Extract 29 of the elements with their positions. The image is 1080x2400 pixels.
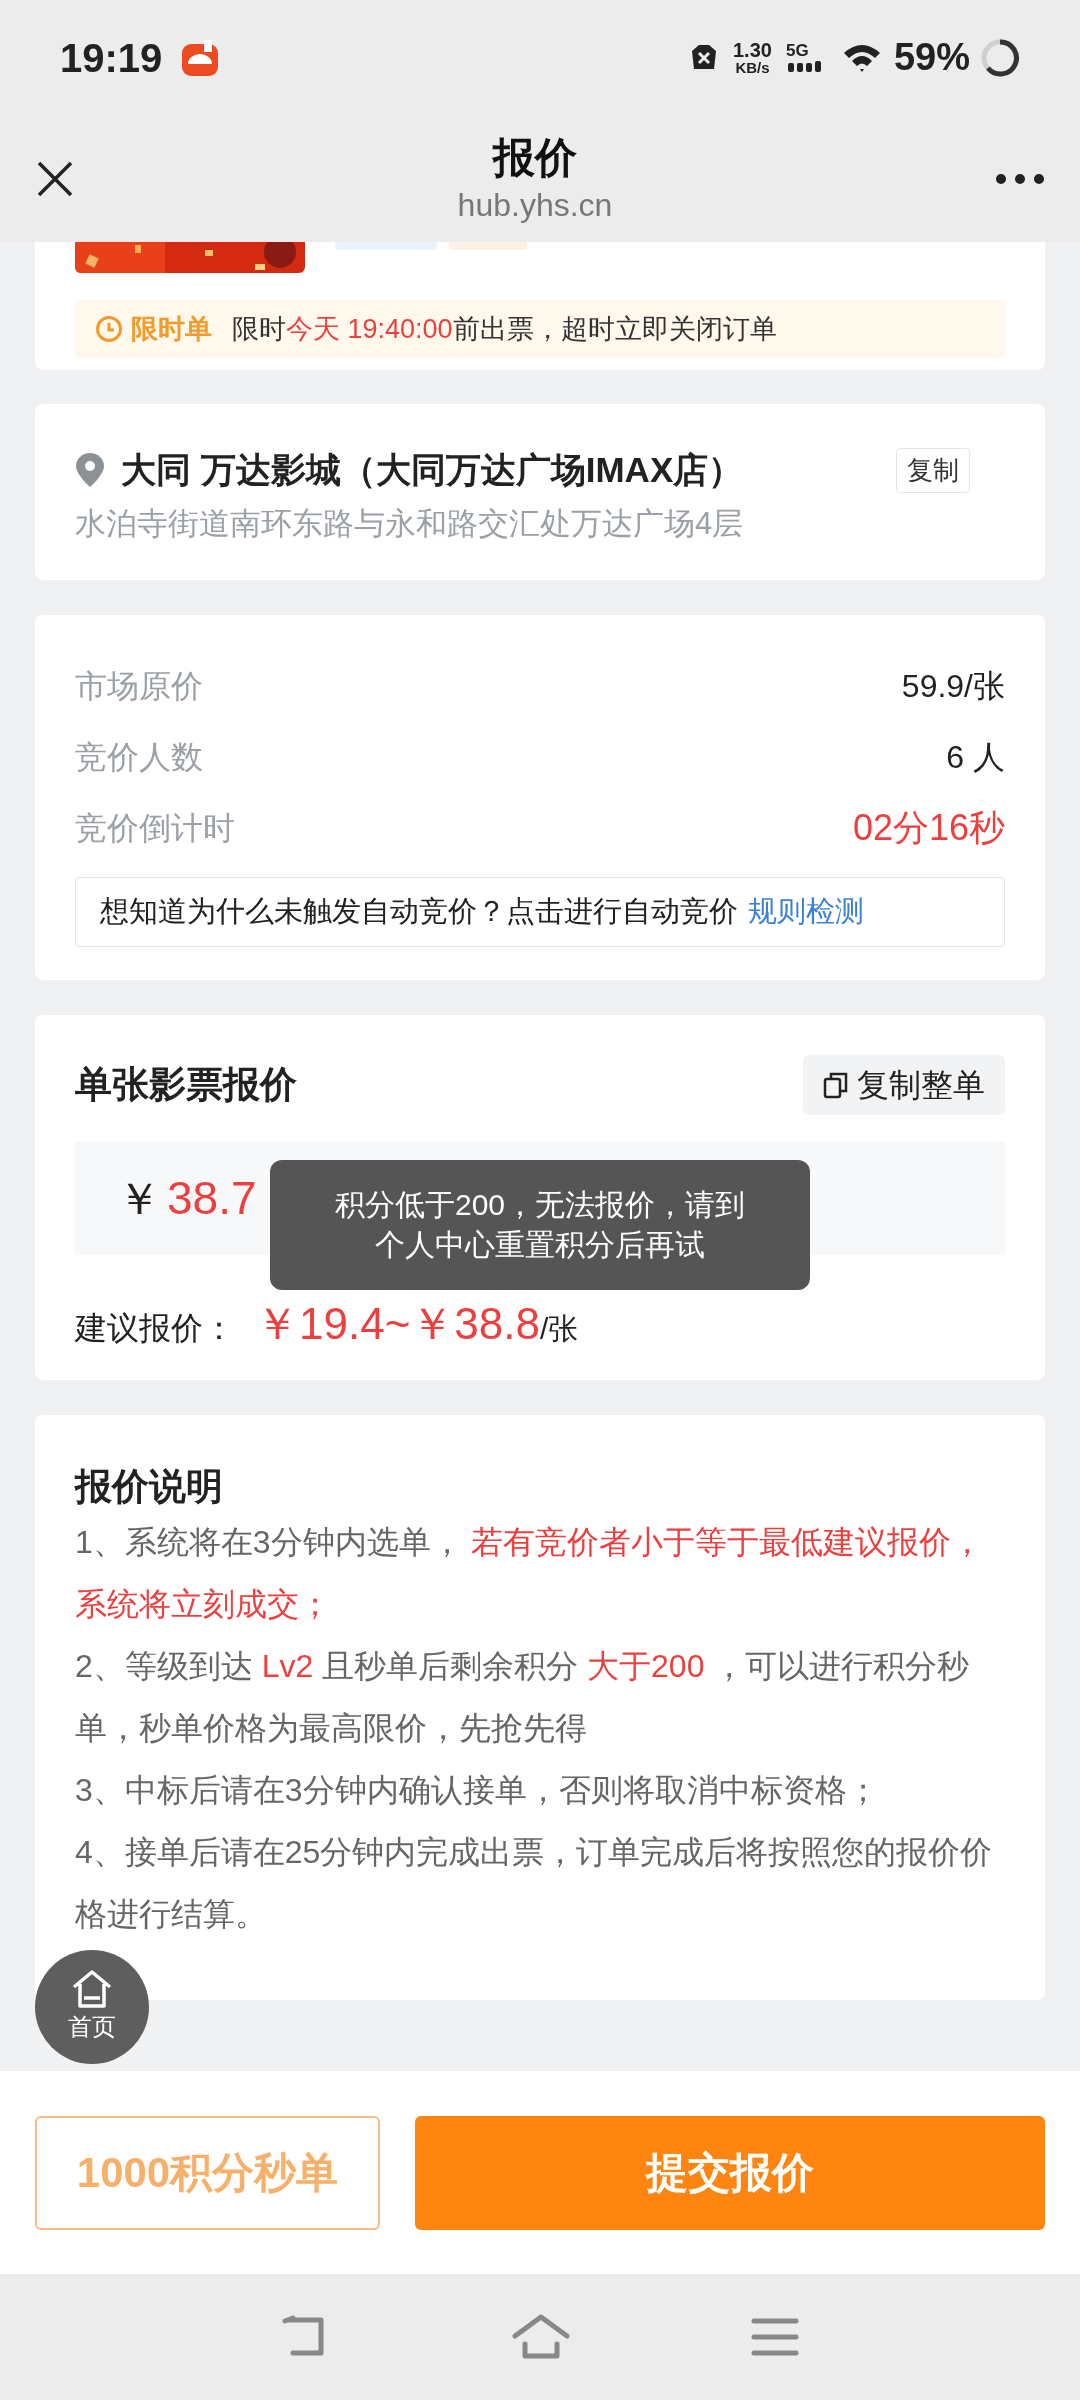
page-url: hub.yhs.cn xyxy=(457,185,613,225)
suggested-unit: /张 xyxy=(539,1312,579,1347)
price-value: 38.7 xyxy=(167,1171,257,1226)
explanation-item: 3、中标后请在3分钟内确认接单，否则将取消中标资格； xyxy=(75,1771,880,1810)
currency-symbol: ￥ xyxy=(117,1172,161,1225)
info-label: 竞价倒计时 xyxy=(75,808,235,848)
explanation-item: 2、等级到达 Lv2 且秒单后剩余积分 大于200 ，可以进行积分秒单，秒单价格为最高限价，先抢先得 xyxy=(75,1647,971,1748)
explanation-title: 报价说明 xyxy=(75,1465,224,1509)
tip-text: 想知道为什么未触发自动竞价？点击进行自动竞价 xyxy=(100,894,738,930)
suggested-range: ￥19.4~￥38.8 xyxy=(255,1298,540,1350)
info-value: 02分16秒 xyxy=(852,805,1005,850)
network-type: 5G xyxy=(785,42,809,59)
limited-order-tag: 限时单 xyxy=(131,308,212,350)
cinema-name: 大同 万达影城（大同万达广场IMAX店） xyxy=(121,449,744,491)
status-time: 19:19 xyxy=(60,34,163,82)
explanation-item: 4、接单后请在25分钟内完成出票，订单完成后将按照您的报价价格进行结算。 xyxy=(75,1833,994,1934)
network-speed: 1.30 KB/s xyxy=(733,40,772,75)
info-label: 竞价人数 xyxy=(75,737,203,777)
info-value: 59.9/张 xyxy=(901,666,1005,706)
battery-level: 59% xyxy=(893,35,970,80)
page-title: 报价 xyxy=(493,133,577,184)
cinema-address: 水泊寺街道南环东路与永和路交汇处万达广场4层 xyxy=(75,504,745,543)
quote-title: 单张影票报价 xyxy=(75,1063,297,1108)
deadline-text: 限时今天 19:40:00前出票，超时立即关闭订单 xyxy=(232,312,777,346)
explanation-item: 1、系统将在3分钟内选单， 若有竞价者小于等于最低建议报价，系统将立刻成交； xyxy=(75,1523,985,1624)
error-toast: 积分低于200，无法报价，请到个人中心重置积分后再试 xyxy=(270,1160,810,1290)
info-label: 市场原价 xyxy=(75,666,203,706)
suggested-label: 建议报价： xyxy=(75,1309,235,1348)
info-value: 6 人 xyxy=(946,737,1005,777)
